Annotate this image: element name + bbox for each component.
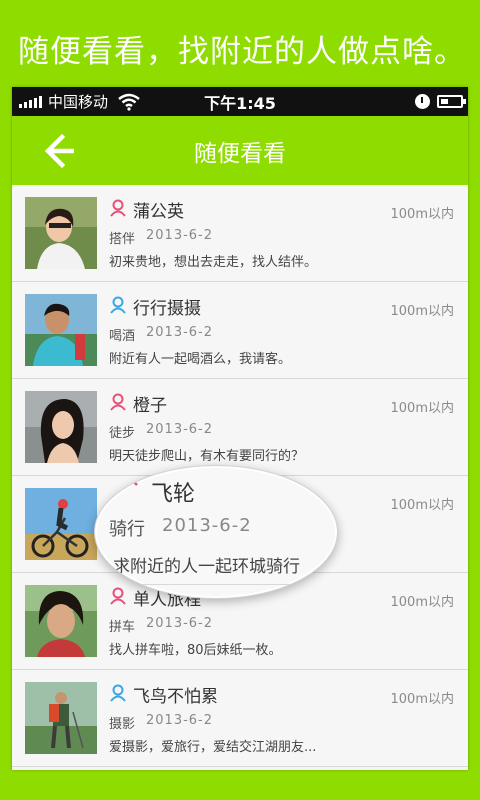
female-icon — [110, 587, 126, 605]
magnifier-lens: 飞轮 骑行 2013-6-2 求附近的人一起环城骑行 — [94, 465, 338, 599]
alarm-icon — [415, 94, 430, 109]
post-date: 2013-6-2 — [162, 515, 252, 536]
activity-tag: 搭伴 — [109, 232, 136, 247]
avatar — [25, 391, 97, 463]
list-item[interactable]: 蒲公英 100m以内 搭伴 2013-6-2 初来贵地，想出去走走，找人结伴。 — [12, 185, 468, 282]
activity-tag: 骑行 — [109, 519, 145, 540]
post-date: 2013-6-2 — [146, 422, 214, 437]
post-description: 爱摄影，爱旅行，爱结交江湖朋友... — [109, 740, 317, 755]
signal-icon — [19, 95, 42, 108]
post-date: 2013-6-2 — [146, 616, 214, 631]
male-icon — [110, 684, 126, 702]
avatar — [25, 197, 97, 269]
wifi-icon — [118, 93, 140, 111]
distance-label: 100m以内 — [390, 498, 454, 513]
status-bar: 中国移动 下午1:45 — [12, 87, 468, 116]
promo-banner-text: 随便看看，找附近的人做点啥。 — [18, 34, 466, 70]
activity-tag: 徒步 — [109, 426, 136, 441]
avatar — [25, 682, 97, 754]
post-description: 附近有人一起喝酒么，我请客。 — [109, 352, 292, 367]
list-item[interactable]: 橙子 100m以内 徒步 2013-6-2 明天徒步爬山，有木有要同行的？ — [12, 379, 468, 476]
phone-screen: 中国移动 下午1:45 随便看看 蒲公英 100m以内 搭伴 2013-6-2 … — [12, 87, 468, 770]
post-date: 2013-6-2 — [146, 325, 214, 340]
user-name: 飞轮 — [151, 482, 196, 507]
user-name: 行行摄摄 — [133, 299, 201, 319]
post-description: 初来贵地，想出去走走，找人结伴。 — [109, 255, 318, 270]
avatar — [25, 294, 97, 366]
male-icon — [110, 296, 126, 314]
avatar — [25, 488, 97, 560]
avatar — [25, 585, 97, 657]
female-icon — [116, 478, 138, 486]
post-date: 2013-6-2 — [146, 228, 214, 243]
user-name: 飞鸟不怕累 — [133, 687, 218, 707]
post-description: 求附近的人一起环城骑行 — [113, 557, 300, 577]
activity-tag: 摄影 — [109, 717, 136, 732]
user-name: 橙子 — [133, 396, 167, 416]
carrier-name: 中国移动 — [48, 93, 109, 111]
female-icon — [110, 199, 126, 217]
list-item[interactable]: 行行摄摄 100m以内 喝酒 2013-6-2 附近有人一起喝酒么，我请客。 — [12, 282, 468, 379]
post-description: 明天徒步爬山，有木有要同行的？ — [109, 449, 305, 464]
distance-label: 100m以内 — [390, 304, 454, 319]
activity-tag: 喝酒 — [109, 329, 136, 344]
list-item[interactable]: 飞鸟不怕累 100m以内 摄影 2013-6-2 爱摄影，爱旅行，爱结交江湖朋友… — [12, 670, 468, 767]
distance-label: 100m以内 — [390, 595, 454, 610]
back-arrow-icon[interactable] — [40, 132, 80, 170]
user-name: 蒲公英 — [133, 202, 184, 222]
female-icon — [110, 393, 126, 411]
divider — [95, 584, 337, 585]
distance-label: 100m以内 — [390, 401, 454, 416]
distance-label: 100m以内 — [390, 207, 454, 222]
battery-icon — [437, 95, 466, 108]
nav-bar: 随便看看 — [12, 116, 468, 185]
distance-label: 100m以内 — [390, 692, 454, 707]
status-time: 下午1:45 — [204, 93, 276, 113]
post-description: 找人拼车啦，80后妹纸一枚。 — [109, 643, 282, 658]
activity-tag: 拼车 — [109, 620, 136, 635]
page-title: 随便看看 — [194, 140, 286, 167]
post-date: 2013-6-2 — [146, 713, 214, 728]
